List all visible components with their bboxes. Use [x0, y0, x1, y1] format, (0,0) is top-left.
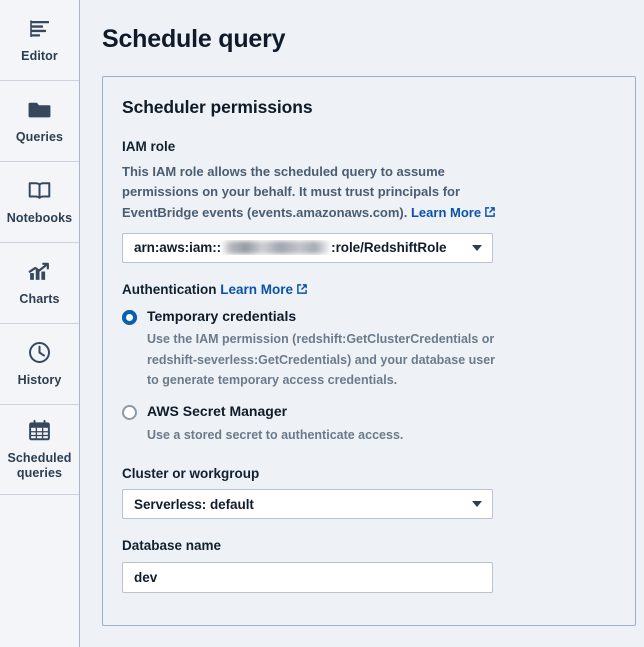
radio-button-temporary-credentials[interactable] — [122, 309, 137, 325]
iam-role-description: This IAM role allows the scheduled query… — [122, 162, 497, 223]
clock-icon — [27, 340, 53, 366]
page-title: Schedule query — [102, 25, 286, 53]
external-link-icon — [484, 206, 496, 218]
app-root: Editor Queries Notebooks Charts History … — [0, 0, 644, 647]
sidebar-item-queries[interactable]: Queries — [0, 81, 79, 162]
iam-role-select-value: arn:aws:iam:::role/RedshiftRole — [134, 240, 464, 255]
sidebar-item-notebooks[interactable]: Notebooks — [0, 162, 79, 243]
external-link-icon — [296, 283, 308, 295]
sidebar-item-charts[interactable]: Charts — [0, 243, 79, 324]
sidebar-item-history[interactable]: History — [0, 324, 79, 405]
sidebar-item-label-notebooks: Notebooks — [6, 210, 73, 225]
sidebar-item-label-editor: Editor — [21, 48, 58, 63]
iam-role-learn-more-link[interactable]: Learn More — [411, 205, 481, 220]
authentication-label: Authentication Learn More — [122, 282, 613, 297]
iam-role-arn-prefix: arn:aws:iam:: — [134, 240, 222, 256]
sidebar-item-label-history: History — [17, 372, 62, 387]
cluster-or-workgroup-select[interactable]: Serverless: default — [122, 489, 493, 520]
authentication-learn-more-link[interactable]: Learn More — [220, 282, 293, 297]
sidebar-item-label-queries: Queries — [15, 129, 64, 144]
chart-icon — [27, 259, 53, 285]
database-name-label: Database name — [122, 538, 222, 554]
editor-icon — [27, 16, 53, 42]
book-icon — [27, 178, 53, 204]
radio-label-temporary-credentials: Temporary credentials — [147, 307, 297, 324]
database-name-input[interactable] — [122, 561, 493, 593]
iam-role-arn-suffix: :role/RedshiftRole — [331, 240, 447, 256]
sidebar-item-label-charts: Charts — [19, 291, 60, 306]
main-content: Schedule query Scheduler permissions IAM… — [80, 0, 644, 647]
iam-role-select[interactable]: arn:aws:iam:::role/RedshiftRole — [122, 232, 493, 263]
radio-description-temporary-credentials: Use the IAM permission (redshift:GetClus… — [147, 332, 496, 387]
scheduler-permissions-panel: Scheduler permissions IAM role This IAM … — [102, 75, 636, 626]
sidebar-filler — [0, 495, 79, 647]
iam-role-label: IAM role — [122, 138, 176, 154]
redacted-account-id — [222, 241, 331, 255]
chevron-down-icon — [472, 501, 482, 508]
sidebar-item-scheduled-queries[interactable]: Scheduled queries — [0, 405, 79, 495]
cluster-or-workgroup-label: Cluster or workgroup — [122, 465, 260, 481]
left-nav-sidebar: Editor Queries Notebooks Charts History … — [0, 0, 80, 647]
sidebar-item-editor[interactable]: Editor — [0, 0, 79, 81]
chevron-down-icon — [472, 244, 482, 251]
iam-role-description-text: This IAM role allows the scheduled query… — [122, 164, 461, 220]
calendar-icon — [27, 418, 53, 444]
folder-icon — [27, 97, 53, 123]
sidebar-item-label-scheduled-queries: Scheduled queries — [7, 450, 72, 480]
radio-label-aws-secret-manager: AWS Secret Manager — [147, 403, 288, 420]
panel-title: Scheduler permissions — [122, 96, 313, 117]
authentication-label-text: Authentication — [122, 281, 221, 297]
radio-button-aws-secret-manager[interactable] — [122, 405, 137, 421]
radio-option-aws-secret-manager[interactable]: AWS Secret Manager Use a stored secret t… — [122, 403, 613, 445]
radio-option-temporary-credentials[interactable]: Temporary credentials Use the IAM permis… — [122, 308, 613, 390]
radio-description-aws-secret-manager: Use a stored secret to authenticate acce… — [147, 427, 404, 442]
cluster-or-workgroup-value: Serverless: default — [134, 496, 254, 512]
